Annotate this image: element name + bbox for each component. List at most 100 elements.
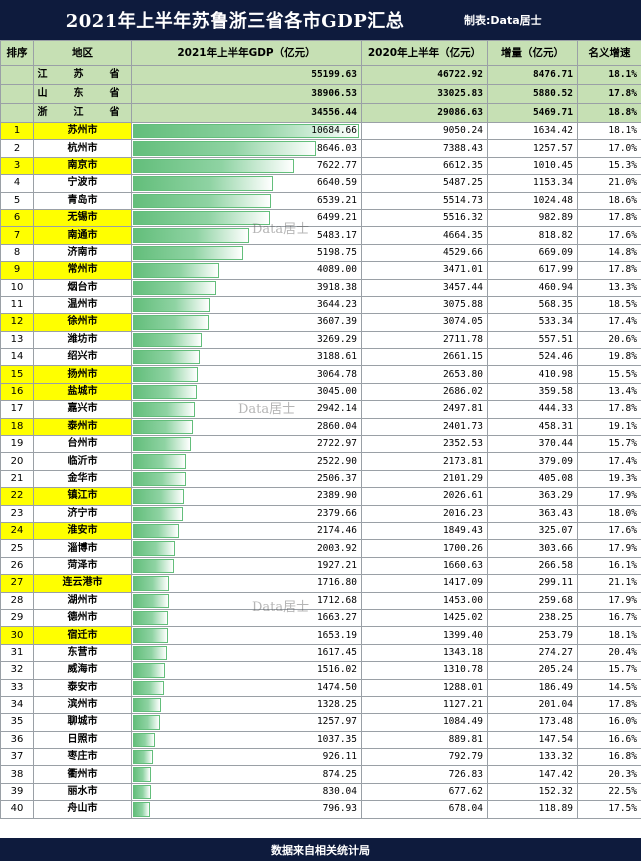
city-gdp-2021-cell: 2389.90	[131, 487, 362, 506]
city-row: 2 杭州市 8646.03 7388.43 1257.57 17.0%	[0, 139, 641, 158]
province-gdp-2020: 29086.63	[361, 103, 488, 123]
city-gdp-2020: 6612.35	[361, 156, 488, 176]
city-name: 聊城市	[33, 713, 132, 732]
watermark-2: Data居士	[238, 402, 296, 417]
city-growth: 17.0%	[577, 139, 641, 158]
city-gdp-2021-cell: 1712.68	[131, 591, 362, 610]
city-gdp-2021: 1712.68	[316, 594, 357, 606]
city-gdp-2021: 1474.50	[316, 681, 357, 693]
city-gdp-2020: 2173.81	[361, 452, 488, 471]
city-gdp-2021-cell: 6499.21	[131, 208, 362, 228]
city-row: 22 镇江市 2389.90 2026.61 363.29 17.9%	[0, 487, 641, 506]
city-row: 17 嘉兴市 2942.14 2497.81 444.33 17.8%	[0, 400, 641, 419]
province-growth: 18.8%	[577, 103, 641, 123]
city-name: 扬州市	[33, 365, 132, 384]
city-name: 丽水市	[33, 782, 132, 802]
footer-note: 数据来自相关统计局	[0, 838, 641, 861]
city-row: 20 临沂市 2522.90 2173.81 379.09 17.4%	[0, 452, 641, 471]
city-name: 宿迁市	[33, 626, 132, 645]
city-gdp-2020: 5514.73	[361, 191, 488, 210]
city-gdp-2020: 1310.78	[361, 661, 488, 680]
city-growth: 13.4%	[577, 382, 641, 402]
city-name: 苏州市	[33, 121, 132, 141]
city-row: 26 菏泽市 1927.21 1660.63 266.58 16.1%	[0, 556, 641, 576]
city-increase: 617.99	[487, 261, 578, 280]
city-gdp-2021-cell: 830.04	[131, 782, 362, 802]
city-growth: 17.6%	[577, 521, 641, 541]
city-rank: 33	[0, 678, 34, 697]
city-gdp-2020: 2686.02	[361, 382, 488, 402]
city-row: 12 徐州市 3607.39 3074.05 533.34 17.4%	[0, 313, 641, 332]
city-growth: 17.8%	[577, 208, 641, 228]
city-gdp-2020: 1700.26	[361, 539, 488, 558]
city-gdp-2021: 2506.37	[316, 473, 357, 484]
city-name: 台州市	[33, 435, 132, 454]
city-rank: 12	[0, 313, 34, 332]
province-increase: 8476.71	[487, 65, 578, 85]
city-growth: 16.7%	[577, 608, 641, 628]
city-gdp-2020: 2661.15	[361, 348, 488, 367]
city-gdp-2021: 3188.61	[316, 351, 357, 363]
city-name: 徐州市	[33, 313, 132, 332]
city-name: 济宁市	[33, 504, 132, 523]
city-increase: 405.08	[487, 469, 578, 489]
city-rank: 9	[0, 261, 34, 280]
header-increase: 增量（亿元）	[487, 40, 578, 66]
city-rank: 21	[0, 469, 34, 489]
city-increase: 274.27	[487, 643, 578, 663]
city-gdp-2021-cell: 1037.35	[131, 730, 362, 750]
city-rank: 11	[0, 295, 34, 315]
city-gdp-2021-cell: 796.93	[131, 800, 362, 819]
city-growth: 16.1%	[577, 556, 641, 576]
city-rank: 13	[0, 330, 34, 350]
city-growth: 18.6%	[577, 191, 641, 210]
city-gdp-2021: 7622.77	[316, 159, 357, 171]
province-rank	[0, 84, 34, 104]
city-gdp-2021: 1516.02	[316, 664, 357, 676]
city-name: 绍兴市	[33, 348, 132, 367]
city-name: 温州市	[33, 295, 132, 315]
city-gdp-2021: 2389.90	[316, 490, 357, 502]
city-gdp-2021-cell: 5198.75	[131, 243, 362, 263]
page-title: 2021年上半年苏鲁浙三省各市GDP汇总	[65, 11, 405, 32]
city-rank: 28	[0, 591, 34, 610]
city-gdp-2021-cell: 3064.78	[131, 365, 362, 384]
city-name: 无锡市	[33, 208, 132, 228]
city-gdp-2020: 1417.09	[361, 574, 488, 593]
city-name: 淄博市	[33, 539, 132, 558]
city-gdp-2020: 2026.61	[361, 487, 488, 506]
city-row: 16 盐城市 3045.00 2686.02 359.58 13.4%	[0, 382, 641, 402]
city-gdp-2020: 4529.66	[361, 243, 488, 263]
city-gdp-2020: 3471.01	[361, 261, 488, 280]
city-name: 东营市	[33, 643, 132, 663]
city-row: 39 丽水市 830.04 677.62 152.32 22.5%	[0, 782, 641, 802]
city-row: 5 青岛市 6539.21 5514.73 1024.48 18.6%	[0, 191, 641, 210]
city-growth: 17.9%	[577, 539, 641, 558]
city-growth: 21.1%	[577, 574, 641, 593]
province-increase: 5469.71	[487, 103, 578, 123]
city-increase: 818.82	[487, 226, 578, 245]
city-name: 连云港市	[33, 574, 132, 593]
city-growth: 18.1%	[577, 626, 641, 645]
city-increase: 410.98	[487, 365, 578, 384]
city-name: 湖州市	[33, 591, 132, 610]
city-growth: 17.4%	[577, 313, 641, 332]
city-gdp-2020: 5487.25	[361, 174, 488, 193]
city-increase: 1634.42	[487, 121, 578, 141]
city-growth: 21.0%	[577, 174, 641, 193]
city-gdp-2021: 1037.35	[316, 733, 357, 745]
city-increase: 363.43	[487, 504, 578, 523]
city-rank: 19	[0, 435, 34, 454]
city-rank: 8	[0, 243, 34, 263]
city-gdp-2021-cell: 4089.00	[131, 261, 362, 280]
city-gdp-2020: 1660.63	[361, 556, 488, 576]
city-name: 舟山市	[33, 800, 132, 819]
city-rank: 31	[0, 643, 34, 663]
city-growth: 13.3%	[577, 278, 641, 297]
province-row: 山 东 省 38906.53 33025.83 5880.52 17.8%	[0, 84, 641, 104]
city-growth: 15.7%	[577, 435, 641, 454]
city-gdp-2021-cell: 1653.19	[131, 626, 362, 645]
city-name: 滨州市	[33, 695, 132, 715]
city-rank: 20	[0, 452, 34, 471]
province-name: 山 东 省	[33, 84, 132, 104]
